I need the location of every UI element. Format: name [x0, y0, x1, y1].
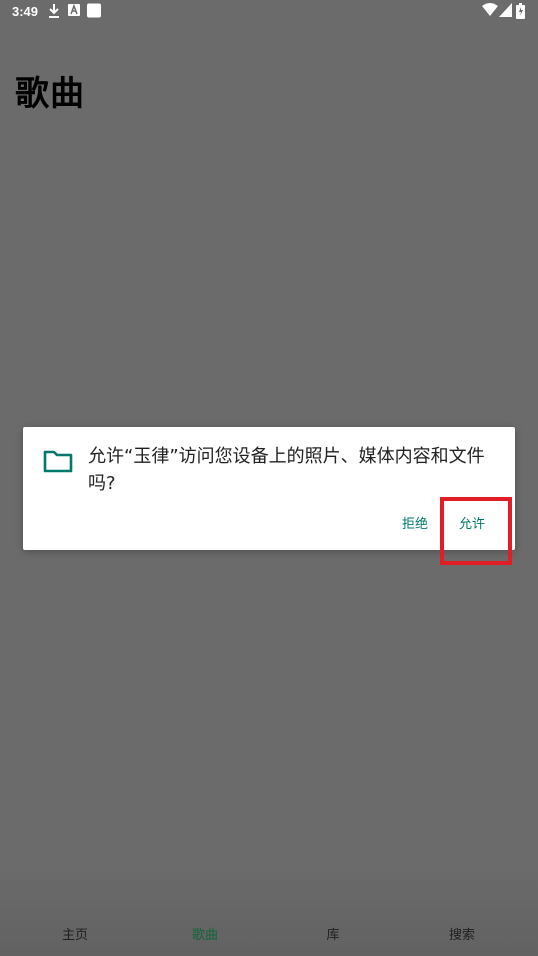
nav-item-songs[interactable]: 歌曲: [175, 924, 235, 943]
dialog-message: 允许“玉律”访问您设备上的照片、媒体内容和文件吗?: [88, 446, 485, 494]
status-bar: 3:49: [0, 0, 538, 24]
nav-item-home[interactable]: 主页: [45, 924, 105, 943]
a-notification-icon: [68, 3, 80, 20]
page-title: 歌曲: [15, 74, 85, 114]
allow-button-highlight: [440, 497, 512, 565]
square-notification-icon: [87, 3, 101, 21]
wifi-icon: [482, 3, 498, 20]
battery-icon: [516, 3, 525, 22]
status-time: 3:49: [12, 4, 39, 19]
folder-icon: [43, 445, 73, 475]
nav-item-search[interactable]: 搜索: [432, 924, 492, 943]
bottom-nav: 主页 歌曲 库 搜索: [0, 872, 538, 956]
nav-item-library[interactable]: 库: [303, 924, 363, 943]
deny-button[interactable]: 拒绝: [402, 513, 428, 532]
signal-icon: [499, 3, 512, 20]
download-icon: [47, 3, 61, 22]
